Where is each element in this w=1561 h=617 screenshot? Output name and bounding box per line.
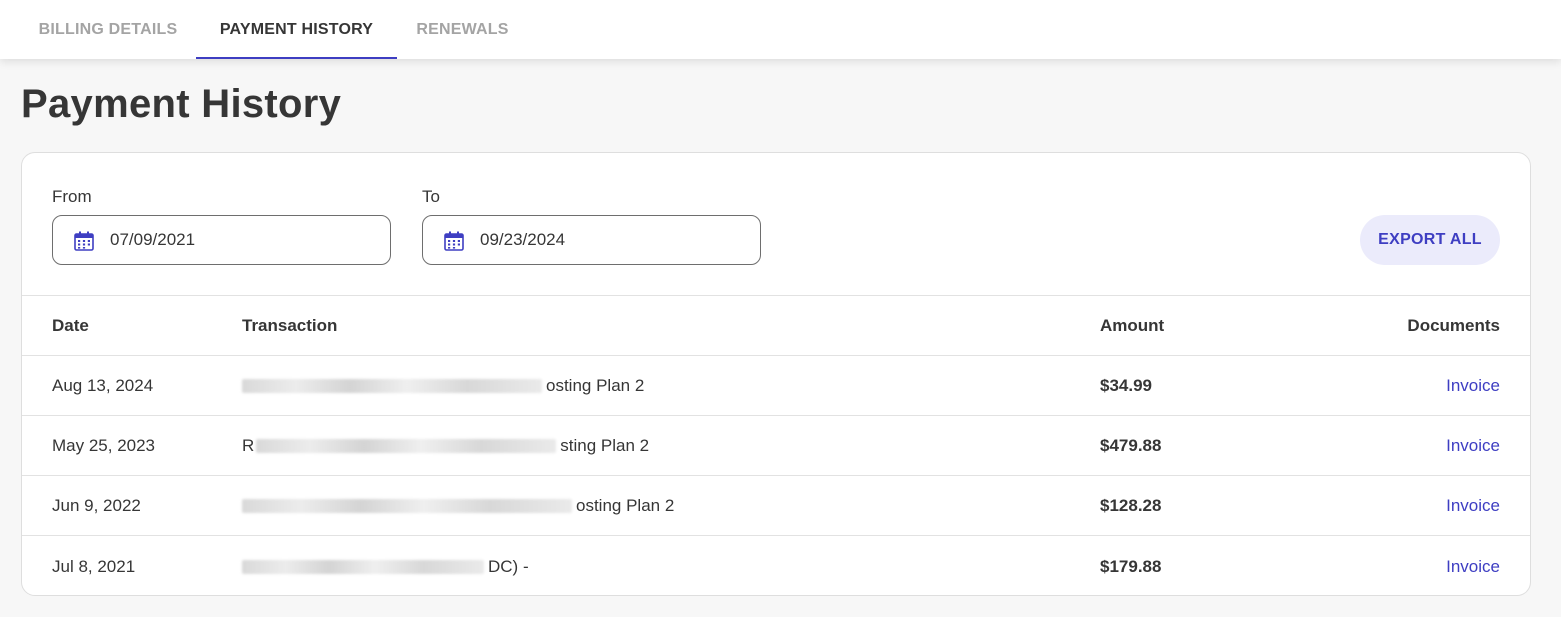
- row-amount: $179.88: [1100, 557, 1162, 576]
- row-date: May 25, 2023: [52, 436, 156, 455]
- row-transaction: osting Plan 2: [242, 356, 644, 416]
- transaction-visible-prefix: R: [242, 436, 255, 455]
- invoice-link[interactable]: Invoice: [1446, 537, 1500, 595]
- export-all-button[interactable]: EXPORT ALL: [1360, 215, 1500, 265]
- from-date-value: 07/09/2021: [110, 230, 196, 249]
- calendar-icon: [74, 231, 94, 251]
- table-row: May 25, 2023 R sting Plan 2 $479.88 Invo…: [22, 416, 1530, 476]
- row-amount: $34.99: [1100, 376, 1152, 395]
- page-title: Payment History: [21, 82, 342, 126]
- transaction-visible-text: osting Plan 2: [576, 496, 675, 515]
- from-label: From: [52, 187, 92, 206]
- column-header-amount: Amount: [1100, 316, 1165, 335]
- payment-history-card: From 07/09/2021 To 09/23/2024 EXPORT ALL…: [21, 152, 1531, 596]
- table-row: Aug 13, 2024 osting Plan 2 $34.99 Invoic…: [22, 356, 1530, 416]
- transaction-visible-text: osting Plan 2: [546, 376, 645, 395]
- table-row: Jul 8, 2021 DC) - $179.88 Invoice: [22, 537, 1530, 595]
- to-date-input[interactable]: 09/23/2024: [422, 215, 761, 265]
- tab-bar: BILLING DETAILS PAYMENT HISTORY RENEWALS: [0, 0, 1561, 59]
- column-header-transaction: Transaction: [242, 316, 338, 335]
- row-transaction: osting Plan 2: [242, 476, 674, 536]
- table-row: Jun 9, 2022 osting Plan 2 $128.28 Invoic…: [22, 476, 1530, 536]
- redacted-text: [256, 439, 557, 453]
- invoice-link[interactable]: Invoice: [1446, 356, 1500, 416]
- transaction-visible-text: sting Plan 2: [560, 436, 650, 455]
- row-date: Aug 13, 2024: [52, 376, 154, 395]
- column-header-documents: Documents: [1407, 316, 1500, 335]
- redacted-text: [242, 379, 542, 393]
- row-amount: $128.28: [1100, 496, 1162, 515]
- row-date: Jun 9, 2022: [52, 496, 141, 515]
- to-label: To: [422, 187, 440, 206]
- row-amount: $479.88: [1100, 436, 1162, 455]
- invoice-link[interactable]: Invoice: [1446, 476, 1500, 536]
- calendar-icon: [444, 231, 464, 251]
- tab-billing-details[interactable]: BILLING DETAILS: [20, 0, 196, 59]
- invoice-link[interactable]: Invoice: [1446, 416, 1500, 476]
- column-header-date: Date: [52, 316, 89, 335]
- tab-payment-history[interactable]: PAYMENT HISTORY: [196, 0, 397, 59]
- tab-renewals[interactable]: RENEWALS: [397, 0, 528, 59]
- redacted-text: [242, 499, 572, 513]
- redacted-text: [242, 560, 484, 574]
- row-date: Jul 8, 2021: [52, 557, 136, 576]
- from-date-input[interactable]: 07/09/2021: [52, 215, 391, 265]
- divider: [22, 535, 1530, 536]
- to-date-value: 09/23/2024: [480, 230, 566, 249]
- row-transaction: DC) -: [242, 537, 529, 595]
- transaction-visible-text: DC) -: [488, 557, 529, 576]
- row-transaction: R sting Plan 2: [242, 416, 649, 476]
